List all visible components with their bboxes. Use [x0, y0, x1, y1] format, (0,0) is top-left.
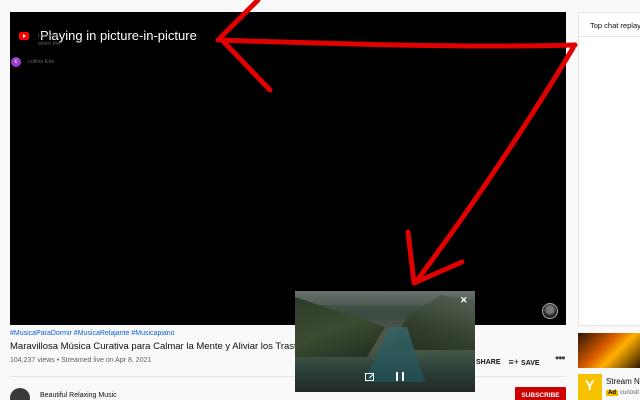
- annotation-arrows: [215, 0, 578, 286]
- annotation-arrow-to-pip: [412, 45, 576, 286]
- youtube-watch-page: Playing in picture-in-picture #MusicaPar…: [0, 0, 640, 400]
- annotation-arrow-to-message: [215, 37, 578, 49]
- annotation-arrow-head: [217, 0, 273, 93]
